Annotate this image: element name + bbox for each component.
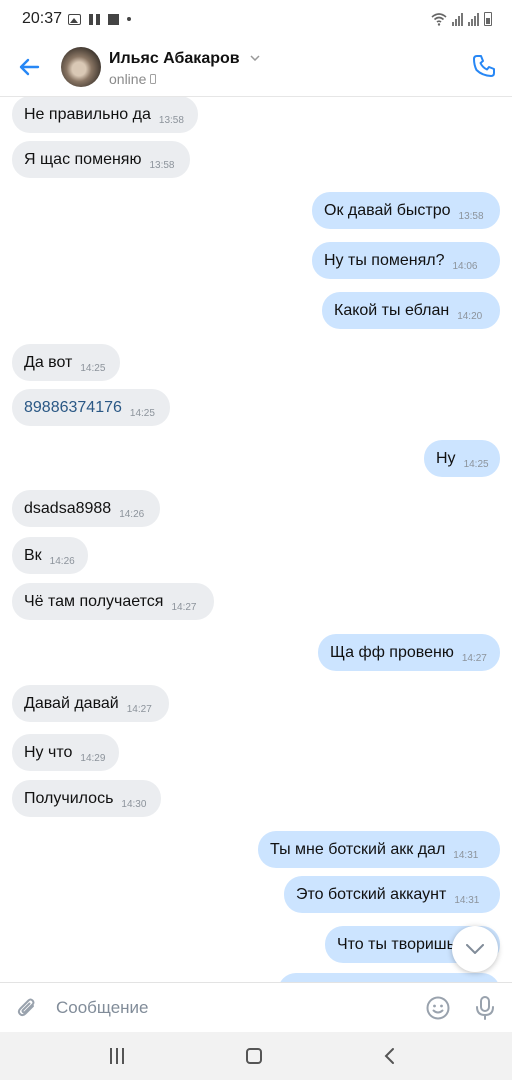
message-text: Чё там получается [24, 592, 164, 610]
chat-header: Ильяс Абакаров online [0, 38, 512, 96]
outgoing-message[interactable]: Ща фф провеню 14:27 [318, 634, 500, 671]
message-text: Ща фф провеню [330, 643, 454, 661]
message-text: dsadsa8988 [24, 499, 112, 517]
system-back-icon[interactable] [380, 1046, 400, 1066]
status-time: 20:37 [22, 10, 63, 27]
outgoing-message[interactable]: Ты мне ботский акк дал 14:31 [258, 831, 500, 868]
pause-icon [89, 13, 100, 25]
status-bar: 20:37 [0, 0, 512, 38]
message-time: 14:27 [461, 653, 487, 664]
contact-name-text: Ильяс Абакаров [109, 50, 240, 67]
recent-apps-icon[interactable] [110, 1048, 130, 1064]
wifi-icon [431, 13, 447, 26]
message-list[interactable]: Не правильно да 13:58 Я щас поменяю 13:58 Ок… [0, 96, 512, 982]
paperclip-icon[interactable] [14, 995, 40, 1021]
signal-2-icon [468, 12, 479, 26]
message-time: 14:31 [454, 895, 480, 906]
back-arrow-icon[interactable] [14, 52, 44, 82]
message-text: Ок давай быстро [324, 201, 451, 219]
message-time: 13:58 [158, 115, 184, 126]
system-navigation-bar [0, 1032, 512, 1080]
message-text: Давай давай [24, 694, 119, 712]
microphone-icon[interactable] [473, 995, 497, 1021]
chevron-down-icon [250, 55, 260, 61]
incoming-message[interactable]: Вк 14:26 [12, 537, 88, 574]
message-text: Ну ты поменял? [324, 251, 445, 269]
message-text: Я щас поменяю [24, 150, 142, 168]
app-notification-icon [108, 13, 119, 25]
message-input[interactable] [52, 990, 410, 1026]
message-time: 14:26 [119, 509, 145, 520]
incoming-message[interactable]: Я щас поменяю 13:58 [12, 141, 190, 178]
message-text: Не правильно да [24, 105, 151, 123]
message-time: 13:58 [458, 211, 484, 222]
battery-icon [484, 12, 492, 26]
incoming-message[interactable]: Ну что 14:29 [12, 734, 119, 771]
home-icon[interactable] [246, 1048, 262, 1064]
message-text: Что ты творишь [336, 935, 455, 953]
chevron-down-icon [466, 944, 484, 954]
contact-name[interactable]: Ильяс Абакаров [109, 50, 260, 68]
incoming-message[interactable]: 89886374176 14:25 [12, 389, 170, 426]
message-composer [0, 982, 512, 1033]
message-time: 14:20 [457, 311, 483, 322]
scroll-down-button[interactable] [452, 926, 498, 972]
phone-number-link[interactable]: 89886374176 [24, 399, 122, 417]
message-time: 14:25 [463, 459, 489, 470]
outgoing-message[interactable]: Ок давай быстро 13:58 [312, 192, 500, 229]
outgoing-message[interactable] [278, 973, 500, 982]
phone-icon[interactable] [470, 52, 498, 80]
notification-icons [68, 11, 131, 27]
message-text: Какой ты еблан [334, 301, 450, 319]
incoming-message[interactable]: Давай давай 14:27 [12, 685, 169, 722]
signal-icon [452, 12, 463, 26]
incoming-message[interactable]: Получилось 14:30 [12, 780, 161, 817]
message-time: 14:06 [452, 261, 478, 272]
message-text: Да вот [24, 353, 73, 371]
message-text: Ты мне ботский акк дал [270, 840, 446, 858]
incoming-message[interactable]: Не правильно да 13:58 [12, 96, 198, 133]
message-time: 14:27 [126, 704, 152, 715]
incoming-message[interactable]: dsadsa8988 14:26 [12, 490, 160, 527]
outgoing-message[interactable]: Это ботский аккаунт 14:31 [284, 876, 500, 913]
more-notifications-icon [127, 17, 131, 21]
gallery-icon [68, 13, 81, 25]
outgoing-message[interactable]: Какой ты еблан 14:20 [322, 292, 500, 329]
mobile-device-icon [150, 74, 157, 84]
message-text: Получилось [24, 789, 114, 807]
emoji-icon[interactable] [426, 996, 450, 1020]
message-time: 14:31 [453, 850, 479, 861]
incoming-message[interactable]: Да вот 14:25 [12, 344, 120, 381]
message-time: 14:25 [129, 408, 155, 419]
message-text: Ну [436, 449, 456, 467]
online-status: online [109, 71, 147, 87]
message-time: 14:30 [121, 799, 147, 810]
contact-status: online [109, 71, 157, 87]
message-text: Вк [24, 546, 42, 564]
message-time: 14:29 [80, 753, 106, 764]
message-time: 14:27 [171, 602, 197, 613]
message-time: 14:25 [80, 363, 106, 374]
outgoing-message[interactable]: Ну 14:25 [424, 440, 500, 477]
avatar[interactable] [61, 47, 101, 87]
incoming-message[interactable]: Чё там получается 14:27 [12, 583, 214, 620]
message-time: 14:26 [49, 556, 75, 567]
system-icons [431, 10, 492, 26]
outgoing-message[interactable]: Ну ты поменял? 14:06 [312, 242, 500, 279]
message-text: Ну что [24, 743, 73, 761]
message-text: Это ботский аккаунт [296, 885, 447, 903]
message-time: 13:58 [149, 160, 175, 171]
